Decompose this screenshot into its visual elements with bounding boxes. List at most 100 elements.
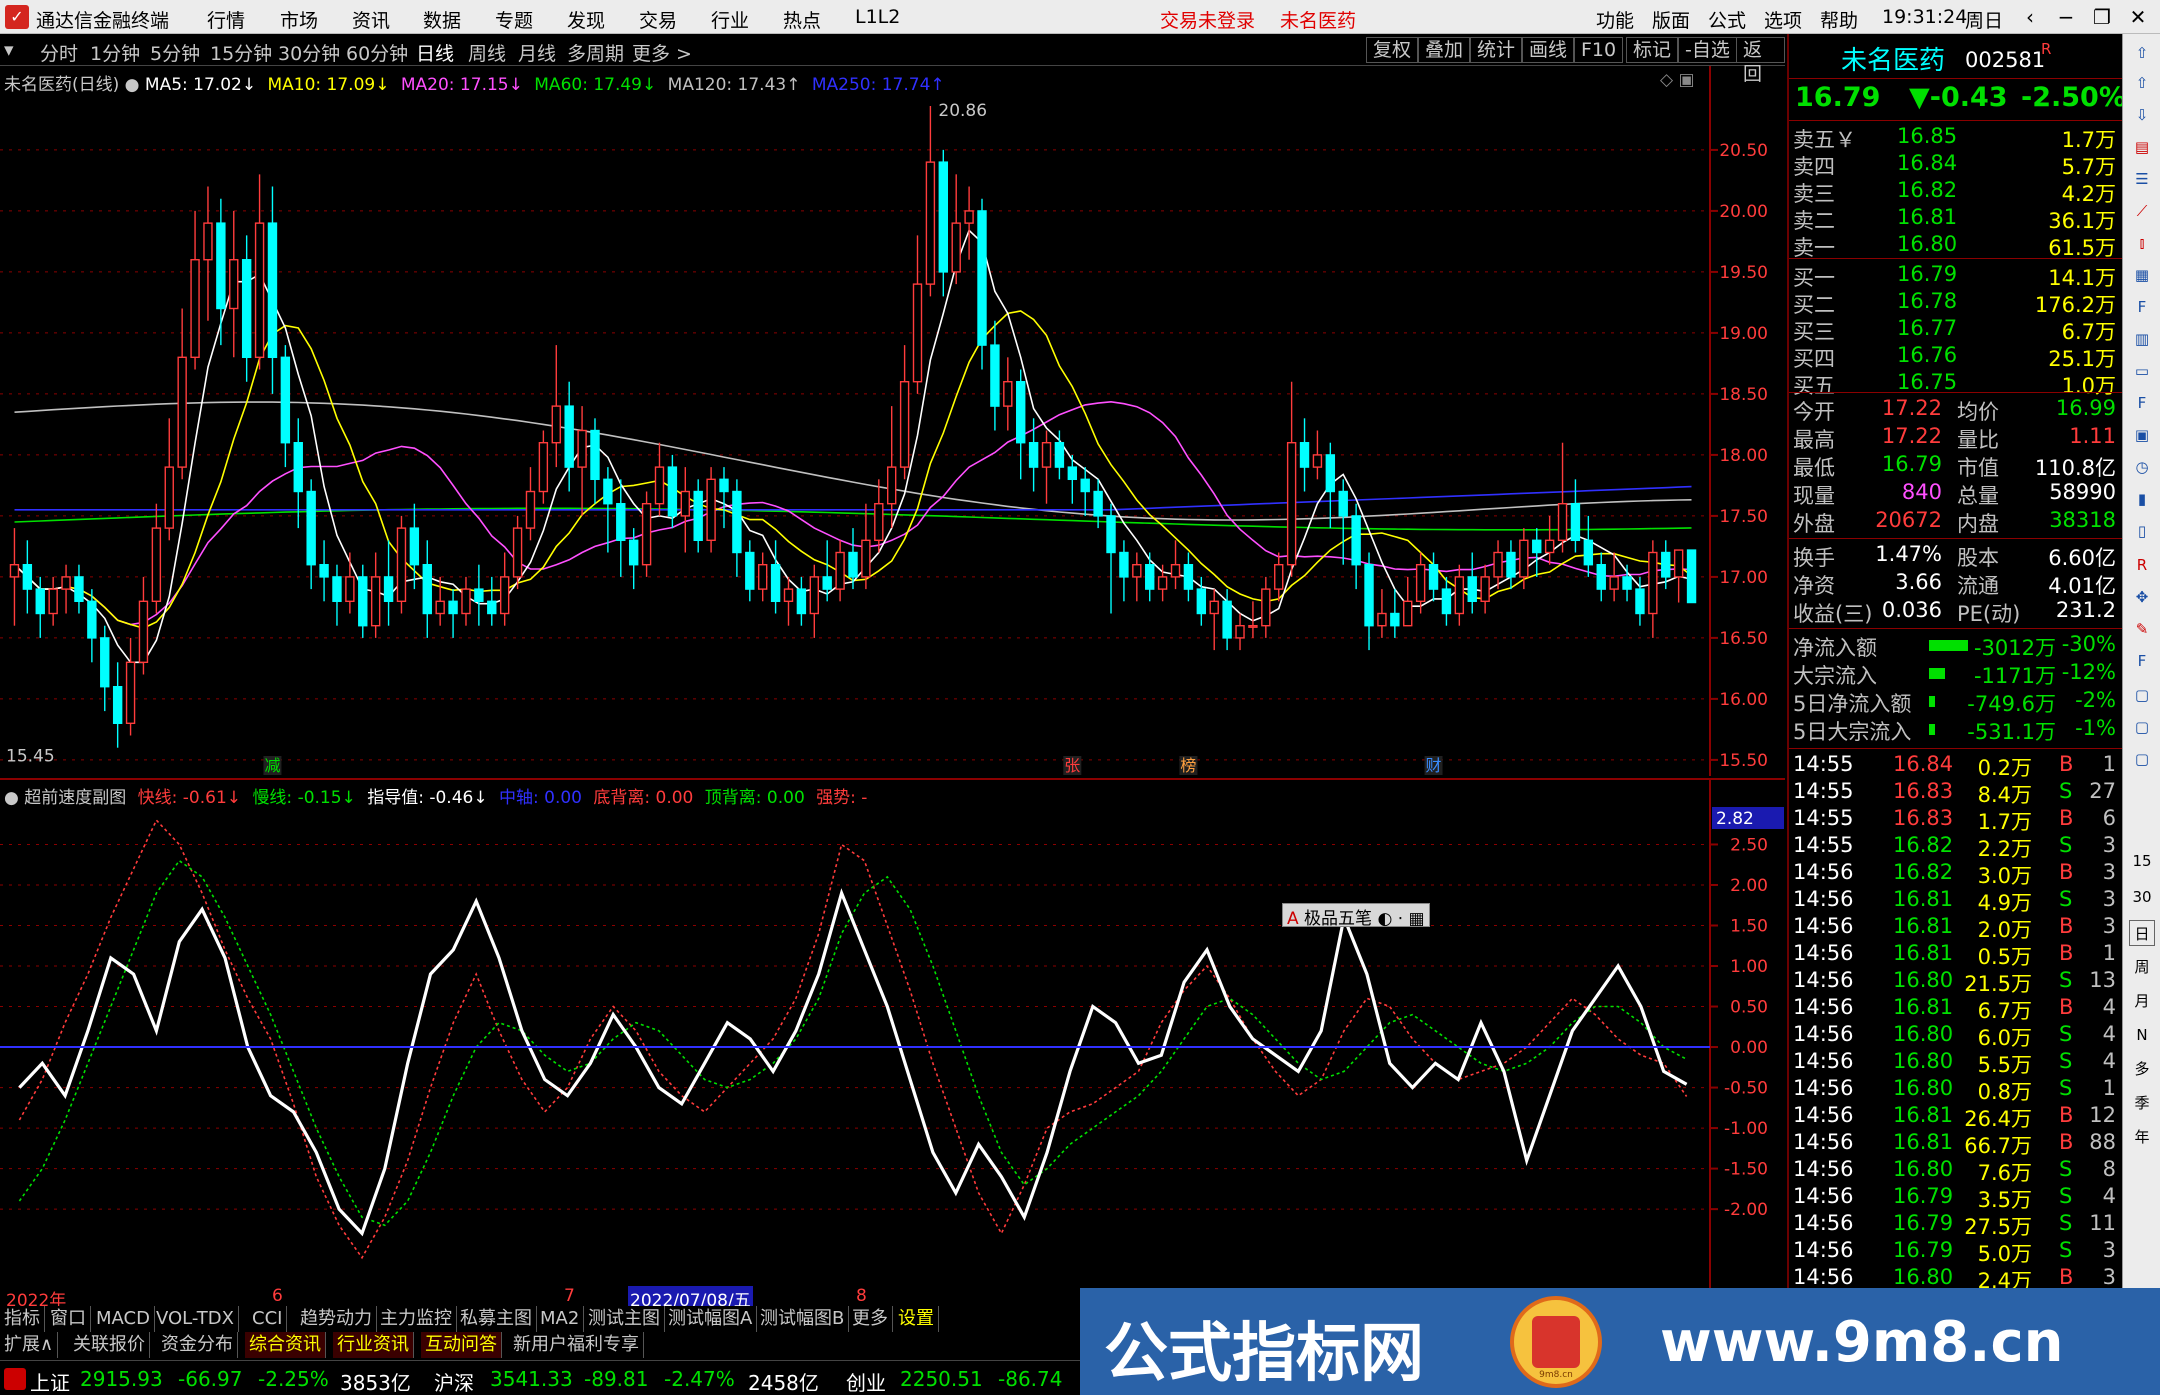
candle-body[interactable] xyxy=(1622,576,1632,590)
fs-icon[interactable]: F xyxy=(2129,648,2155,674)
clock-icon[interactable]: ◷ xyxy=(2129,454,2155,480)
candle-body[interactable] xyxy=(229,259,239,310)
tick-row[interactable]: 14:55 16.83 1.7万 B 6 xyxy=(1789,806,2122,834)
candle-body[interactable] xyxy=(654,466,665,505)
candle-body[interactable] xyxy=(1248,625,1258,628)
indicator-tab[interactable]: VOL-TDX xyxy=(152,1306,239,1332)
candle-body[interactable] xyxy=(241,259,252,359)
candle-body[interactable] xyxy=(1441,588,1452,615)
toolbar-button[interactable]: 复权 xyxy=(1366,37,1419,63)
ask-level[interactable]: 卖三 16.82 4.2万 xyxy=(1789,178,2122,206)
info-tab[interactable]: 关联报价 xyxy=(69,1332,150,1358)
ask-level[interactable]: 卖四 16.84 5.7万 xyxy=(1789,151,2122,179)
bid-level[interactable]: 买二 16.78 176.2万 xyxy=(1789,289,2122,317)
candle-body[interactable] xyxy=(1661,551,1671,578)
candle-body[interactable] xyxy=(1570,503,1581,542)
candle-body[interactable] xyxy=(1673,549,1684,578)
tick-row[interactable]: 14:56 16.80 5.5万 S 4 xyxy=(1789,1049,2122,1077)
period-quarter[interactable]: 季 xyxy=(2129,1090,2155,1116)
menu-item-9[interactable]: L1L2 xyxy=(855,6,900,28)
bid-level[interactable]: 买四 16.76 25.1万 xyxy=(1789,343,2122,371)
candle-body[interactable] xyxy=(1119,551,1129,578)
close-icon[interactable]: ✕ xyxy=(2120,3,2156,31)
candle-body[interactable] xyxy=(887,466,897,505)
candle-body[interactable] xyxy=(267,222,278,359)
candle-body[interactable] xyxy=(1635,588,1645,615)
tick-row[interactable]: 14:56 16.81 0.5万 B 1 xyxy=(1789,941,2122,969)
candle-body[interactable] xyxy=(487,600,497,615)
candle-body[interactable] xyxy=(783,588,794,603)
indicator-tab[interactable]: 主力监控 xyxy=(376,1306,457,1332)
rsi-icon[interactable]: R xyxy=(2129,552,2155,578)
candle-body[interactable] xyxy=(48,588,58,615)
indicator-tab[interactable]: 更多 xyxy=(848,1306,893,1332)
candle-body[interactable] xyxy=(848,551,858,578)
arrow-down-icon[interactable]: ⇩ xyxy=(2129,102,2155,128)
candle-body[interactable] xyxy=(951,222,961,273)
candle-body[interactable] xyxy=(87,600,97,639)
candle-body[interactable] xyxy=(1016,381,1026,444)
period-tab[interactable]: 月线 xyxy=(518,39,556,66)
list-icon[interactable]: ☰ xyxy=(2129,166,2155,192)
menu-item-6[interactable]: 交易 xyxy=(639,6,677,33)
arrow-up-icon[interactable]: ⇧ xyxy=(2129,70,2155,96)
ask-level[interactable]: 卖一 16.80 61.5万 xyxy=(1789,232,2122,260)
menu-item-7[interactable]: 行业 xyxy=(711,6,749,33)
period-month[interactable]: 月 xyxy=(2129,988,2155,1014)
candle-body[interactable] xyxy=(680,490,690,517)
candle-body[interactable] xyxy=(512,527,523,578)
menu-item-2[interactable]: 资讯 xyxy=(352,6,390,33)
indicator-tab[interactable]: 窗口 xyxy=(46,1306,91,1332)
bars2-icon[interactable]: ▯ xyxy=(2129,518,2155,544)
candle-body[interactable] xyxy=(164,466,174,529)
candle-body[interactable] xyxy=(1274,564,1284,590)
candle-body[interactable] xyxy=(1261,588,1271,627)
box2-icon[interactable]: ▢ xyxy=(2129,714,2155,740)
legend-toggle-icon[interactable]: ● xyxy=(125,75,140,95)
period-more[interactable]: 更多 > xyxy=(632,39,692,66)
toolbar-button[interactable]: -自选 xyxy=(1678,37,1737,63)
candle-body[interactable] xyxy=(306,490,316,566)
candle-body[interactable] xyxy=(835,551,845,590)
candle-body[interactable] xyxy=(1532,539,1542,554)
period-menu-icon[interactable]: ▾ xyxy=(4,39,14,61)
candle-body[interactable] xyxy=(319,564,329,578)
tick-row[interactable]: 14:56 16.79 3.5万 S 4 xyxy=(1789,1184,2122,1212)
candle-body[interactable] xyxy=(1054,442,1065,468)
candle-body[interactable] xyxy=(1157,576,1168,590)
candle-body[interactable] xyxy=(1312,454,1323,468)
info-tab[interactable]: 综合资讯 xyxy=(245,1332,326,1358)
candle-body[interactable] xyxy=(112,686,123,725)
candle-body[interactable] xyxy=(1454,576,1465,615)
info-tab[interactable]: 新用户福利专享 xyxy=(509,1332,644,1358)
trade-login-alert[interactable]: 交易未登录 xyxy=(1160,6,1255,33)
menu-item-8[interactable]: 热点 xyxy=(783,6,821,33)
period-tab[interactable]: 5分钟 xyxy=(150,39,200,66)
menu-item-0[interactable]: 行情 xyxy=(207,6,245,33)
candle-body[interactable] xyxy=(345,576,355,603)
box3-icon[interactable]: ▢ xyxy=(2129,746,2155,772)
candle-body[interactable] xyxy=(964,210,974,224)
candle-body[interactable] xyxy=(1338,490,1348,517)
candle-body[interactable] xyxy=(1028,442,1039,468)
candle-body[interactable] xyxy=(616,503,626,542)
ask-level[interactable]: 卖五￥ 16.85 1.7万 xyxy=(1789,124,2122,152)
box-icon[interactable]: ▢ xyxy=(2129,682,2155,708)
candle-body[interactable] xyxy=(525,490,536,529)
candle-body[interactable] xyxy=(732,490,742,554)
candle-body[interactable] xyxy=(590,429,600,481)
move-icon[interactable]: ✥ xyxy=(2129,584,2155,610)
candle-body[interactable] xyxy=(280,356,291,444)
bid-level[interactable]: 买一 16.79 14.1万 xyxy=(1789,262,2122,290)
candle-body[interactable] xyxy=(435,600,445,615)
candle-body[interactable] xyxy=(1080,478,1090,493)
tick-row[interactable]: 14:55 16.83 8.4万 S 27 xyxy=(1789,779,2122,807)
tick-row[interactable]: 14:56 16.80 7.6万 S 8 xyxy=(1789,1157,2122,1185)
indicator-tab[interactable]: CCI xyxy=(248,1306,288,1332)
indicator-tab[interactable]: MA2 xyxy=(536,1306,585,1332)
candle-body[interactable] xyxy=(757,564,768,590)
index-name[interactable]: 创业 xyxy=(846,1367,886,1395)
pen-icon[interactable]: ✎ xyxy=(2129,616,2155,642)
bid-level[interactable]: 买三 16.77 6.7万 xyxy=(1789,316,2122,344)
candle-body[interactable] xyxy=(641,503,652,566)
